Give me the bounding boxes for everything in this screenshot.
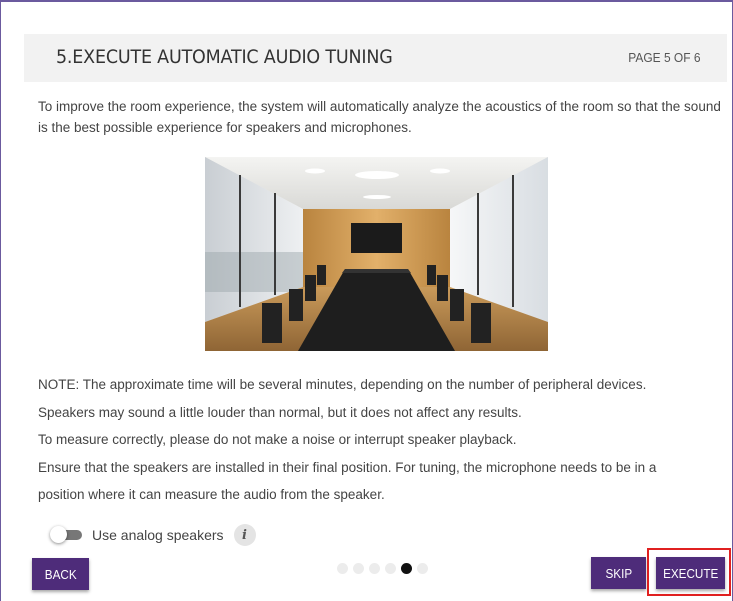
back-button-label: BACK <box>44 566 77 582</box>
conference-room-image <box>205 157 548 351</box>
analog-speakers-row: Use analog speakers i <box>50 523 256 547</box>
pagination-dots <box>337 563 428 574</box>
skip-button[interactable]: SKIP <box>591 557 646 589</box>
page-dot[interactable] <box>353 563 364 574</box>
toggle-knob <box>50 526 67 543</box>
note-line: To measure correctly, please do not make… <box>38 432 517 447</box>
note-line: NOTE: The approximate time will be sever… <box>38 377 647 392</box>
page-indicator: PAGE 5 OF 6 <box>628 50 701 65</box>
page-dot[interactable] <box>369 563 380 574</box>
skip-button-label: SKIP <box>605 565 632 581</box>
page-dot[interactable] <box>385 563 396 574</box>
note-line: position where it can measure the audio … <box>38 487 385 502</box>
page-dot[interactable] <box>337 563 348 574</box>
note-line: Speakers may sound a little louder than … <box>38 404 522 420</box>
analog-speakers-label: Use analog speakers <box>92 527 224 543</box>
page-title: 5.EXECUTE AUTOMATIC AUDIO TUNING <box>56 46 393 68</box>
note-line: Ensure that the speakers are installed i… <box>38 459 657 475</box>
back-button[interactable]: BACK <box>32 558 89 590</box>
intro-text: To improve the room experience, the syst… <box>38 99 721 135</box>
wizard-header: 5.EXECUTE AUTOMATIC AUDIO TUNING PAGE 5 … <box>24 34 727 82</box>
analog-speakers-toggle[interactable] <box>50 526 84 543</box>
page-dot[interactable] <box>417 563 428 574</box>
notes-section: NOTE: The approximate time will be sever… <box>38 371 728 509</box>
execute-highlight-box <box>647 548 731 596</box>
info-icon[interactable]: i <box>233 524 256 546</box>
page-dot-active[interactable] <box>401 563 412 574</box>
